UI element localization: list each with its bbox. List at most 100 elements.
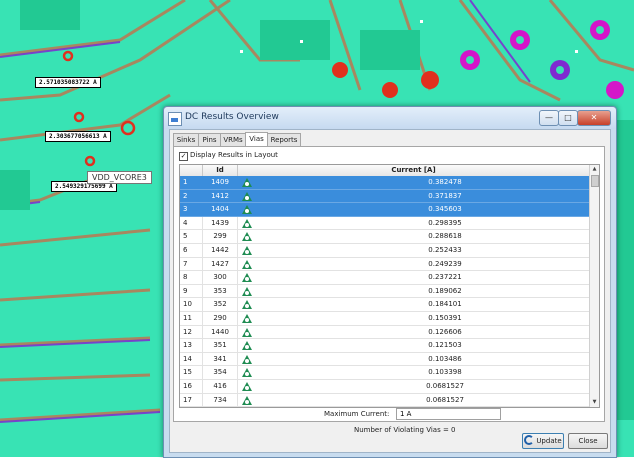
table-row[interactable]: 13 351 0.121503 <box>180 339 590 353</box>
dc-results-dialog: DC Results Overview — □ ✕ Sinks Pins VRM… <box>163 106 617 458</box>
table-row[interactable]: 15 354 0.103398 <box>180 366 590 380</box>
row-number: 17 <box>183 395 192 404</box>
table-row[interactable]: 3 1404 0.345603 <box>180 203 590 217</box>
table-row[interactable]: 14 341 0.103486 <box>180 353 590 367</box>
table-row[interactable]: 6 1442 0.252433 <box>180 244 590 258</box>
via-id-cell: 1404 <box>211 205 229 214</box>
dialog-title: DC Results Overview <box>185 112 279 122</box>
current-cell: 0.249239 <box>428 259 462 268</box>
via-icon <box>242 245 252 255</box>
via-id-cell: 300 <box>213 273 227 282</box>
via-icon <box>242 395 252 405</box>
current-cell: 0.252433 <box>428 245 462 254</box>
id-column-header[interactable]: Id <box>203 165 238 176</box>
via-id-cell: 353 <box>213 286 227 295</box>
vias-tab-panel: ✓ Display Results in Layout Id Current [… <box>173 146 605 434</box>
via-icon <box>242 368 252 378</box>
current-cell: 0.0681527 <box>426 381 464 390</box>
tab-pins[interactable]: Pins <box>198 133 221 147</box>
via-icon-cell <box>242 407 254 408</box>
refresh-icon <box>524 435 535 445</box>
close-button[interactable]: Close <box>568 433 608 449</box>
row-number: 7 <box>183 259 188 268</box>
current-cell: 0.189062 <box>428 286 462 295</box>
row-number: 3 <box>183 205 188 214</box>
table-row[interactable]: 7 1427 0.249239 <box>180 258 590 272</box>
via-icon-cell <box>242 203 254 215</box>
row-number: 9 <box>183 286 188 295</box>
update-button[interactable]: Update <box>522 433 564 449</box>
violating-vias-count: Number of Violating Vias = 0 <box>354 426 456 434</box>
table-row[interactable]: 17 734 0.0681527 <box>180 394 590 407</box>
tab-reports[interactable]: Reports <box>267 133 301 147</box>
minimize-icon: — <box>545 113 553 122</box>
row-number-header <box>180 165 203 176</box>
row-number: 16 <box>183 381 192 390</box>
via-id-cell: 352 <box>213 300 227 309</box>
row-number: 15 <box>183 368 192 377</box>
table-body: 1 1409 0.382478 2 1412 0.371837 3 1404 0.345603 4… <box>180 176 590 408</box>
current-column-header[interactable]: Current [A] <box>238 165 589 176</box>
current-annotation: 2.571035083722 A <box>35 77 101 88</box>
via-icon-cell <box>242 353 254 365</box>
via-icon-cell <box>242 339 254 351</box>
tab-sinks[interactable]: Sinks <box>173 133 199 147</box>
table-row[interactable]: 9 353 0.189062 <box>180 285 590 299</box>
via-icon-cell <box>242 176 254 188</box>
display-results-checkbox[interactable]: ✓ <box>179 152 188 161</box>
via-icon-cell <box>242 394 254 406</box>
current-cell: 0.288618 <box>428 232 462 241</box>
via-id-cell: 299 <box>213 232 227 241</box>
scroll-up-arrow-icon[interactable]: ▲ <box>590 165 599 174</box>
current-cell: 0.371837 <box>428 191 462 200</box>
via-icon <box>242 354 252 364</box>
via-icon <box>242 259 252 269</box>
via-icon-cell <box>242 380 254 392</box>
table-scrollbar[interactable]: ▲ ▼ <box>589 165 599 407</box>
via-id-cell: 1427 <box>211 259 229 268</box>
window-close-button[interactable]: ✕ <box>577 110 611 126</box>
table-row[interactable]: 12 1440 0.126606 <box>180 326 590 340</box>
maximize-button[interactable]: □ <box>558 110 578 126</box>
via-icon <box>242 327 252 337</box>
via-id-cell: 1439 <box>211 218 229 227</box>
via-icon <box>242 273 252 283</box>
table-row[interactable]: 4 1439 0.298395 <box>180 217 590 231</box>
scroll-down-arrow-icon[interactable]: ▼ <box>590 398 599 407</box>
maximize-icon: □ <box>564 113 572 122</box>
table-row[interactable]: 11 290 0.150391 <box>180 312 590 326</box>
via-icon-cell <box>242 258 254 270</box>
max-current-label: Maximum Current: <box>324 410 390 418</box>
row-number: 4 <box>183 218 188 227</box>
dialog-titlebar[interactable]: DC Results Overview — □ ✕ <box>164 107 616 129</box>
table-row[interactable]: 8 300 0.237221 <box>180 271 590 285</box>
current-cell: 0.103398 <box>428 368 462 377</box>
table-row[interactable]: 10 352 0.184101 <box>180 298 590 312</box>
table-row[interactable]: 5 299 0.288618 <box>180 230 590 244</box>
table-row[interactable]: 183940.0672011 <box>180 407 590 408</box>
close-icon: ✕ <box>590 113 598 122</box>
tab-vrms[interactable]: VRMs <box>220 133 246 147</box>
current-cell: 0.121503 <box>428 341 462 350</box>
scroll-thumb[interactable] <box>591 175 599 187</box>
table-row[interactable]: 1 1409 0.382478 <box>180 176 590 190</box>
via-icon-cell <box>242 326 254 338</box>
current-cell: 0.0681527 <box>426 395 464 404</box>
via-id-cell: 416 <box>213 381 227 390</box>
current-cell: 0.345603 <box>428 205 462 214</box>
current-cell: 0.298395 <box>428 218 462 227</box>
via-id-cell: 1440 <box>211 327 229 336</box>
row-number: 1 <box>183 178 188 186</box>
table-row[interactable]: 16 416 0.0681527 <box>180 380 590 394</box>
current-cell: 0.184101 <box>428 300 462 309</box>
row-number: 5 <box>183 232 188 241</box>
row-number: 14 <box>183 354 192 363</box>
minimize-button[interactable]: — <box>539 110 559 126</box>
max-current-input[interactable]: 1 A <box>396 408 501 420</box>
row-number: 12 <box>183 327 192 336</box>
current-cell: 0.237221 <box>428 273 462 282</box>
row-number: 6 <box>183 245 188 254</box>
row-number: 11 <box>183 313 192 322</box>
via-icon-cell <box>242 285 254 297</box>
table-row[interactable]: 2 1412 0.371837 <box>180 189 590 204</box>
